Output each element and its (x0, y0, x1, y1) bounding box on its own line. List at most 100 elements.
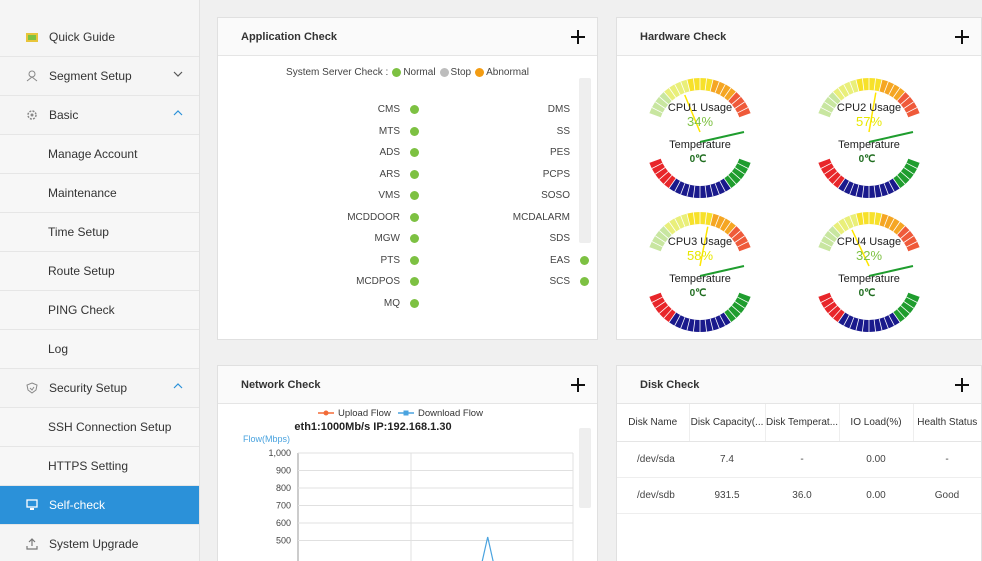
column-header-health-status[interactable]: Health Status (913, 404, 981, 442)
legend-download-label: Download Flow (418, 408, 483, 419)
service-name: MGW (374, 233, 400, 244)
expand-plus-icon[interactable] (955, 29, 969, 44)
service-mcdpos: MCDPOS (280, 276, 421, 287)
cell-disk-capacity: 931.5 (689, 477, 765, 514)
column-header-disk-temperature[interactable]: Disk Temperat... (765, 404, 840, 442)
panel-header: Disk Check (617, 366, 981, 404)
legend-download-marker (403, 410, 409, 416)
table-row[interactable]: /dev/sdb 931.5 36.0 0.00 Good (617, 477, 981, 514)
temperature-arc-segment (818, 292, 846, 323)
temperature-arc-segment (892, 158, 920, 189)
y-tick-label: 500 (276, 536, 291, 546)
cpu-usage-label: CPU1 Usage (668, 102, 732, 114)
sidebar-subitem-maintenance[interactable]: Maintenance (0, 174, 199, 213)
panel-title: Network Check (241, 378, 321, 391)
service-mgw: MGW (280, 233, 421, 244)
service-scs: SCS (450, 276, 591, 287)
service-name: MTS (378, 125, 400, 137)
table-row[interactable]: /dev/sda 7.4 - 0.00 - (617, 441, 981, 478)
cell-health-status: - (913, 441, 981, 478)
scrollbar[interactable] (579, 428, 591, 508)
service-name: MCDALARM (512, 211, 570, 223)
sidebar-item-quick-guide[interactable]: Quick Guide (0, 18, 199, 57)
column-header-disk-name[interactable]: Disk Name (617, 404, 690, 442)
cell-io-load: 0.00 (839, 441, 913, 478)
panel-header: Hardware Check (617, 18, 981, 56)
upload-icon (25, 537, 39, 551)
sidebar-subitem-route-setup[interactable]: Route Setup (0, 252, 199, 291)
sidebar-item-segment-setup[interactable]: Segment Setup (0, 57, 199, 96)
service-mts: MTS (280, 126, 421, 137)
chart-title: eth1:1000Mb/s IP:192.168.1.30 (294, 421, 451, 433)
cpu-gauge: CPU3 Usage58% Temperature 0℃ (649, 212, 751, 332)
cpu-gauge: CPU1 Usage34% Temperature 0℃ (649, 78, 751, 198)
temperature-value: 0℃ (859, 288, 876, 299)
y-tick-label: 600 (276, 518, 291, 528)
sidebar-item-security-setup[interactable]: Security Setup (0, 369, 199, 408)
sidebar-item-system-upgrade[interactable]: System Upgrade (0, 525, 199, 561)
service-pes: PES (450, 147, 591, 158)
y-tick-label: 900 (276, 466, 291, 476)
sidebar-subitem-manage-account[interactable]: Manage Account (0, 135, 199, 174)
sidebar-subitem-log[interactable]: Log (0, 330, 199, 369)
column-header-io-load[interactable]: IO Load(%) (839, 404, 914, 442)
service-name: PCPS (542, 168, 570, 180)
temperature-value: 0℃ (690, 288, 707, 299)
segment-icon (25, 69, 39, 83)
cpu-usage-value: 58% (687, 248, 713, 263)
service-name: ARS (379, 168, 400, 180)
status-dot-icon (410, 277, 419, 286)
cpu-gauge: CPU2 Usage57% Temperature 0℃ (818, 78, 920, 198)
service-name: VMS (378, 190, 400, 201)
status-dot-icon (410, 148, 419, 157)
sidebar-subitem-time-setup[interactable]: Time Setup (0, 213, 199, 252)
y-axis-label: Flow(Mbps) (243, 434, 290, 444)
service-name: SDS (549, 233, 570, 244)
expand-plus-icon[interactable] (955, 377, 969, 392)
sidebar-subitem-https-setting[interactable]: HTTPS Setting (0, 447, 199, 486)
cpu-usage-value: 57% (856, 114, 882, 129)
sidebar-subitem-ssh-connection-setup[interactable]: SSH Connection Setup (0, 408, 199, 447)
table-header-row: Disk Name Disk Capacity(... Disk Tempera… (617, 404, 981, 442)
cell-disk-capacity: 7.4 (689, 441, 765, 478)
temperature-label: Temperature (669, 139, 731, 151)
sidebar: Quick Guide Segment Setup Basic Manage A… (0, 0, 200, 561)
sidebar-item-self-check[interactable]: Self-check (0, 486, 199, 525)
legend-label: System Server Check : (286, 67, 389, 78)
disk-check-panel: Disk Check Disk Name Disk Capacity(... D… (616, 365, 982, 561)
monitor-icon (25, 498, 39, 512)
application-check-panel: Application Check System Server Check : … (217, 17, 598, 340)
service-name: SCS (549, 276, 570, 287)
chevron-up-icon (173, 383, 183, 389)
network-check-panel: Network Check Upload Flow Download Flow et… (217, 365, 598, 561)
legend-upload-label: Upload Flow (338, 408, 391, 419)
temperature-value: 0℃ (859, 154, 876, 165)
server-status-legend: System Server Check : Normal Stop Abnorm… (218, 67, 597, 78)
temperature-arc-segment (892, 292, 920, 323)
normal-status-dot-icon (392, 68, 402, 77)
temperature-arc-segment (723, 292, 751, 323)
legend-stop: Stop (450, 67, 472, 78)
service-name: SS (556, 125, 570, 137)
legend-normal: Normal (403, 67, 436, 78)
service-sds: SDS (450, 233, 591, 244)
scrollbar[interactable] (579, 78, 591, 243)
gear-icon (25, 108, 39, 122)
cpu-usage-label: CPU4 Usage (837, 236, 901, 248)
service-name: MCDDOOR (347, 211, 400, 223)
sidebar-subitem-ping-check[interactable]: PING Check (0, 291, 199, 330)
shield-icon (25, 381, 39, 395)
cell-health-status: Good (913, 477, 981, 514)
expand-plus-icon[interactable] (571, 29, 585, 44)
disk-table: Disk Name Disk Capacity(... Disk Tempera… (617, 404, 981, 514)
cell-disk-name: /dev/sda (617, 441, 689, 478)
temperature-arc-segment (723, 158, 751, 189)
service-name: EAS (549, 254, 570, 266)
service-vms: VMS (280, 190, 421, 201)
expand-plus-icon[interactable] (571, 377, 585, 392)
panel-header: Application Check (218, 18, 597, 56)
sidebar-item-basic[interactable]: Basic (0, 96, 199, 135)
stop-status-dot-icon (439, 68, 449, 77)
column-header-disk-capacity[interactable]: Disk Capacity(... (689, 404, 766, 442)
status-dot-icon (410, 105, 419, 114)
